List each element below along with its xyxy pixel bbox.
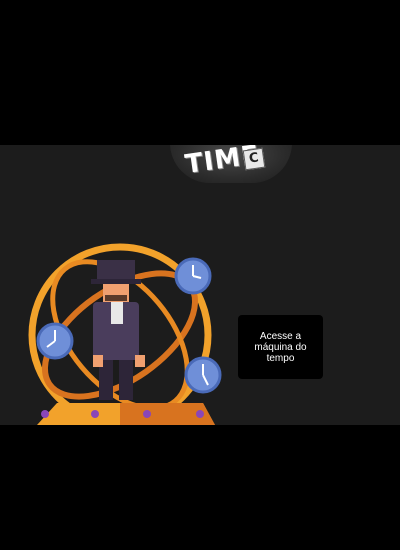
clock-icon xyxy=(174,257,212,295)
machine-base xyxy=(37,403,215,425)
clock-icon-left xyxy=(36,322,74,360)
time-machine-illustration xyxy=(28,243,222,425)
logo-badge-letter: C xyxy=(242,147,266,171)
page-viewport: TIME C Acesse a máquina do tempo xyxy=(0,145,400,425)
clock-icon-right xyxy=(184,356,222,394)
access-time-machine-button[interactable]: Acesse a máquina do tempo xyxy=(238,315,323,379)
